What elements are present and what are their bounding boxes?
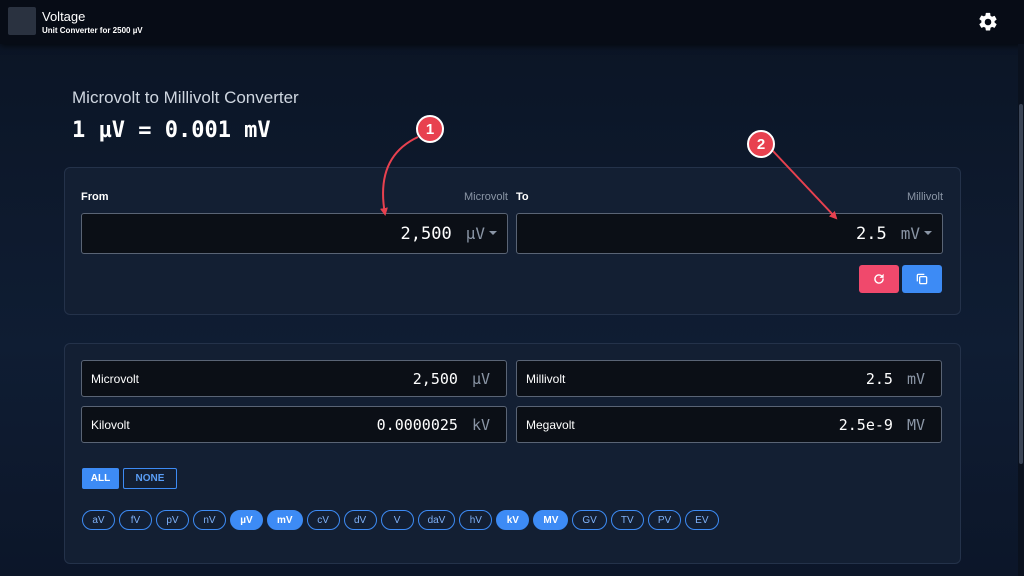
chevron-down-icon[interactable] [489,230,497,235]
gear-icon[interactable] [977,11,999,33]
unit-chip[interactable]: fV [119,510,152,530]
unit-chip[interactable]: daV [417,510,456,530]
select-none-button[interactable]: NONE [123,468,177,489]
unit-chip[interactable]: GV [572,510,607,530]
to-unit-name: Millivolt [906,191,943,203]
copy-button[interactable] [902,265,942,293]
refresh-icon [874,273,884,284]
unit-chip[interactable]: EV [685,510,719,530]
scrollbar-track[interactable] [1018,44,1024,576]
result-unit-name: Microvolt [91,371,140,386]
to-value: 2.5 [856,223,887,244]
to-label: To [516,191,529,203]
unit-chip-list: aV fV pV nV µV mV cV dV V daV hV kV MV G… [82,510,719,530]
unit-chip[interactable]: dV [343,510,377,530]
unit-chip[interactable]: MV [533,510,569,530]
from-unit-name: Microvolt [463,191,508,203]
reset-button[interactable] [859,265,899,293]
app-logo [8,7,36,35]
result-unit-symbol: mV [906,369,925,388]
unit-chip[interactable]: cV [306,510,340,530]
unit-chip[interactable]: V [380,510,414,530]
unit-chip[interactable]: kV [496,510,530,530]
from-unit-dropdown[interactable]: µV [466,224,485,243]
result-unit-symbol: MV [906,415,925,434]
unit-chip[interactable]: hV [459,510,493,530]
result-row[interactable]: Microvolt 2,500 µV [81,360,507,397]
unit-chip[interactable]: pV [156,510,189,530]
copy-icon [916,273,928,285]
unit-chip[interactable]: nV [193,510,226,530]
to-unit-dropdown[interactable]: mV [901,224,920,243]
result-value: 2.5 [865,369,893,388]
from-label: From [81,191,109,203]
annotation-badge: 1 [416,115,444,143]
top-bar: Voltage Unit Converter for 2500 µV [0,0,1024,44]
result-unit-name: Kilovolt [91,417,130,432]
result-row[interactable]: Kilovolt 0.0000025 kV [81,406,507,443]
result-row[interactable]: Millivolt 2.5 mV [516,360,942,397]
unit-chip[interactable]: µV [230,510,263,530]
result-unit-symbol: kV [471,415,490,434]
result-row[interactable]: Megavolt 2.5e-9 MV [516,406,942,443]
from-value: 2,500 [400,223,452,244]
from-value-input[interactable]: 2,500 µV [81,213,508,254]
app-title: Voltage [42,9,86,24]
app-subtitle: Unit Converter for 2500 µV [42,26,143,35]
unit-chip[interactable]: PV [647,510,682,530]
result-unit-name: Megavolt [526,417,575,432]
result-value: 2,500 [412,369,458,388]
result-value: 0.0000025 [376,415,458,434]
unit-chip[interactable]: TV [610,510,644,530]
annotation-badge: 2 [747,130,775,158]
unit-chip[interactable]: mV [267,510,303,530]
conversion-formula: 1 µV = 0.001 mV [72,118,271,143]
result-unit-name: Millivolt [526,371,566,386]
select-all-button[interactable]: ALL [82,468,119,489]
result-unit-symbol: µV [471,369,490,388]
unit-chip[interactable]: aV [82,510,115,530]
converter-title: Microvolt to Millivolt Converter [72,88,299,107]
result-value: 2.5e-9 [838,415,893,434]
to-value-input[interactable]: 2.5 mV [516,213,943,254]
chevron-down-icon[interactable] [924,230,932,235]
scrollbar-thumb[interactable] [1019,104,1023,464]
